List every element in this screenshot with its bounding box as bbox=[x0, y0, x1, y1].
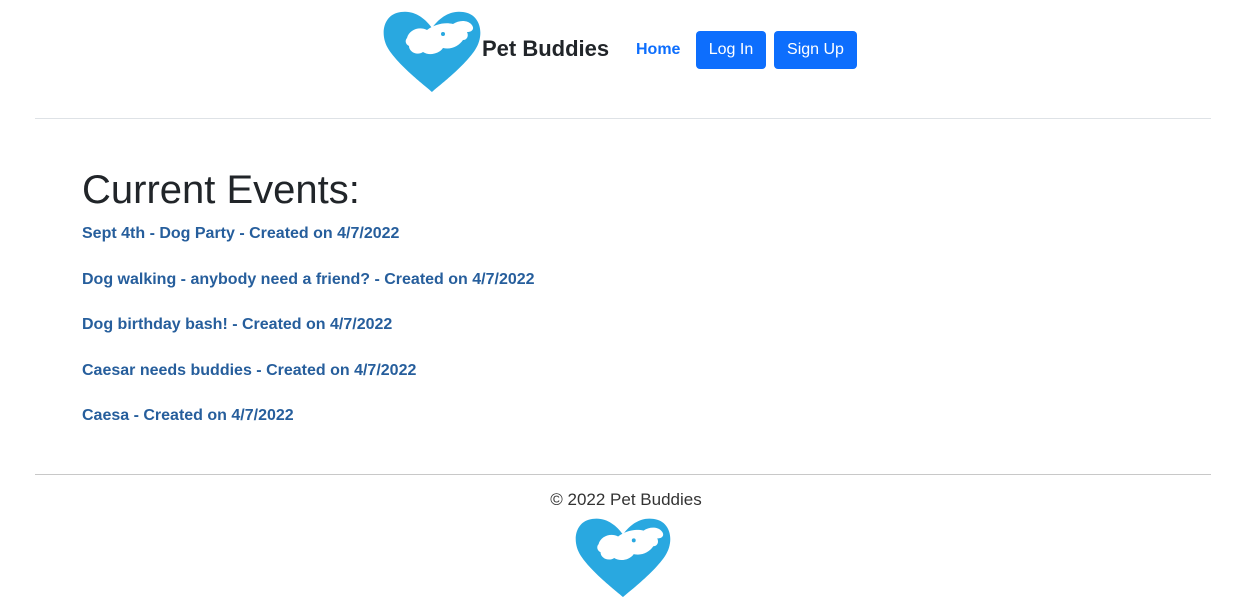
event-link[interactable]: Sept 4th - Dog Party - Created on 4/7/20… bbox=[82, 225, 399, 242]
list-item: Caesar needs buddies - Created on 4/7/20… bbox=[82, 361, 535, 407]
brand-name[interactable]: Pet Buddies bbox=[482, 36, 609, 62]
page-title: Current Events: bbox=[82, 168, 360, 212]
page: Pet Buddies Home Log In Sign Up Current … bbox=[0, 0, 1252, 603]
event-link[interactable]: Dog walking - anybody need a friend? - C… bbox=[82, 271, 535, 288]
event-link[interactable]: Dog birthday bash! - Created on 4/7/2022 bbox=[82, 316, 392, 333]
footer-divider bbox=[35, 474, 1211, 475]
heart-dog-logo-icon[interactable] bbox=[381, 6, 483, 96]
login-button[interactable]: Log In bbox=[696, 31, 766, 69]
nav-home-link[interactable]: Home bbox=[636, 41, 680, 59]
copyright-text: © 2022 Pet Buddies bbox=[550, 490, 702, 509]
event-list: Sept 4th - Dog Party - Created on 4/7/20… bbox=[82, 224, 535, 452]
event-link[interactable]: Caesa - Created on 4/7/2022 bbox=[82, 407, 294, 424]
footer-heart-dog-logo-icon bbox=[573, 513, 673, 601]
event-link[interactable]: Caesar needs buddies - Created on 4/7/20… bbox=[82, 362, 416, 379]
signup-button[interactable]: Sign Up bbox=[774, 31, 857, 69]
list-item: Sept 4th - Dog Party - Created on 4/7/20… bbox=[82, 224, 535, 270]
header-divider bbox=[35, 118, 1211, 119]
site-header: Pet Buddies Home Log In Sign Up bbox=[0, 0, 1252, 100]
list-item: Caesa - Created on 4/7/2022 bbox=[82, 406, 535, 452]
list-item: Dog birthday bash! - Created on 4/7/2022 bbox=[82, 315, 535, 361]
list-item: Dog walking - anybody need a friend? - C… bbox=[82, 270, 535, 316]
